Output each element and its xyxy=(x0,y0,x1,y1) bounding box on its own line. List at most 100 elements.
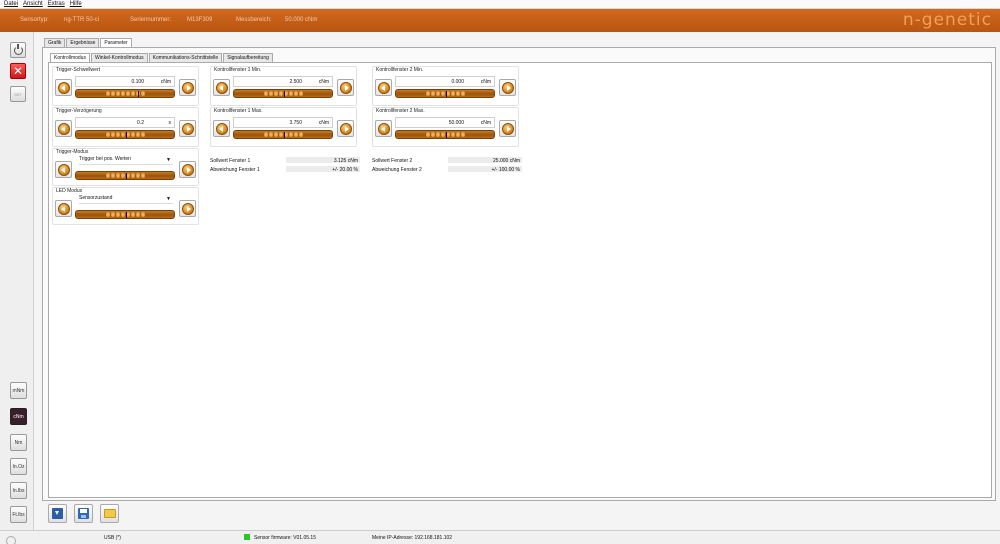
connection-status: USB (*) xyxy=(104,535,121,541)
unit-ftlbs-button[interactable]: Ft.lbs xyxy=(10,506,27,523)
field-value: 50.000 xyxy=(448,120,464,126)
field-unit: cNm xyxy=(480,79,491,85)
unit-nm-button[interactable]: Nm xyxy=(10,434,27,451)
close-button[interactable]: ✕ xyxy=(10,63,26,79)
unit-mnm-button[interactable]: mNm xyxy=(10,382,27,399)
slider-thumb[interactable] xyxy=(138,91,139,97)
window1-min-label: Kontrollfenster 1 Min. xyxy=(214,67,262,73)
arrow-left-icon xyxy=(61,126,65,132)
slider-thumb[interactable] xyxy=(284,91,285,97)
tab-signalaufbereitung[interactable]: Signalaufbereitung xyxy=(223,53,273,62)
window2-max-group: Kontrollfenster 2 Max. 50.000 cNm xyxy=(372,107,519,147)
save-button[interactable] xyxy=(74,504,93,523)
arrow-left-icon xyxy=(219,126,223,132)
trigger-mode-select[interactable]: Trigger bei pos. Werten ▼ xyxy=(79,156,173,165)
increase-button[interactable] xyxy=(179,120,196,137)
decrease-button[interactable] xyxy=(55,120,72,137)
increase-button[interactable] xyxy=(337,79,354,96)
window2-min-input[interactable]: 0.000 cNm xyxy=(395,76,495,87)
window2-min-slider[interactable] xyxy=(395,89,495,98)
arrow-right-icon xyxy=(345,85,349,91)
trigger-threshold-label: Trigger-Schwellwert xyxy=(56,67,100,73)
unit-inoz-button[interactable]: In.Oz xyxy=(10,458,27,475)
decrease-button[interactable] xyxy=(55,200,72,217)
set-button[interactable]: SET xyxy=(10,86,26,102)
window1-max-label: Kontrollfenster 1 Max. xyxy=(214,108,263,114)
unit-label: Nm xyxy=(14,439,23,446)
power-button[interactable] xyxy=(10,42,26,58)
tab-kommunikation[interactable]: Kommunikations-Schnittstelle xyxy=(148,53,223,62)
trigger-delay-input[interactable]: 0.2 s xyxy=(75,117,175,128)
field-unit: cNm xyxy=(160,79,171,85)
trigger-mode-label: Trigger-Modus xyxy=(56,149,89,155)
window1-max-slider[interactable] xyxy=(233,130,333,139)
led-mode-select[interactable]: Sensorzustand ▼ xyxy=(79,195,173,204)
window1-max-group: Kontrollfenster 1 Max. 3.750 cNm xyxy=(210,107,357,147)
led-mode-slider[interactable] xyxy=(75,210,175,219)
field-value: 0.2 xyxy=(137,120,144,126)
unit-label: mNm xyxy=(12,387,25,394)
window1-min-slider[interactable] xyxy=(233,89,333,98)
window2-min-group: Kontrollfenster 2 Min. 0.000 cNm xyxy=(372,66,519,106)
setpoint1-value: 3.125 cNm xyxy=(333,158,358,164)
trigger-delay-slider[interactable] xyxy=(75,130,175,139)
download-button[interactable] xyxy=(48,504,67,523)
field-value: 2.500 xyxy=(289,79,302,85)
trigger-mode-slider[interactable] xyxy=(75,171,175,180)
menu-datei[interactable]: Datei xyxy=(4,1,18,7)
window1-max-input[interactable]: 3.750 cNm xyxy=(233,117,333,128)
menu-hilfe[interactable]: Hilfe xyxy=(70,1,82,7)
trigger-delay-group: Trigger-Verzögerung 0.2 s xyxy=(52,107,199,147)
unit-inlbs-button[interactable]: In.lbs xyxy=(10,482,27,499)
decrease-button[interactable] xyxy=(375,120,392,137)
slider-thumb[interactable] xyxy=(126,132,127,138)
increase-button[interactable] xyxy=(499,79,516,96)
close-icon: ✕ xyxy=(12,64,24,78)
decrease-button[interactable] xyxy=(375,79,392,96)
window2-max-slider[interactable] xyxy=(395,130,495,139)
setpoint2-value-box: 25.000 cNm xyxy=(448,157,522,164)
field-value: 0.000 xyxy=(451,79,464,85)
setpoint2-label: Sollwert Fenster 2 xyxy=(372,158,413,164)
open-folder-button[interactable] xyxy=(100,504,119,523)
led-mode-label: LED Modus xyxy=(56,188,83,194)
window1-min-input[interactable]: 2.500 cNm xyxy=(233,76,333,87)
decrease-button[interactable] xyxy=(55,161,72,178)
setpoint1-label: Sollwert Fenster 1 xyxy=(210,158,251,164)
trigger-threshold-slider[interactable] xyxy=(75,89,175,98)
slider-thumb[interactable] xyxy=(126,212,127,218)
save-icon xyxy=(78,508,89,519)
trigger-threshold-input[interactable]: 0.100 cNm xyxy=(75,76,175,87)
decrease-button[interactable] xyxy=(213,79,230,96)
decrease-button[interactable] xyxy=(55,79,72,96)
arrow-left-icon xyxy=(381,85,385,91)
field-value: 3.750 xyxy=(289,120,302,126)
sensor-type-label: Sensortyp: xyxy=(20,17,49,23)
increase-button[interactable] xyxy=(179,79,196,96)
arrow-left-icon xyxy=(381,126,385,132)
slider-thumb[interactable] xyxy=(284,132,285,138)
unit-cnm-button[interactable]: cNm xyxy=(10,408,27,425)
tab-winkel-kontrollmodus[interactable]: Winkel-Kontrollmodus xyxy=(90,53,148,62)
arrow-right-icon xyxy=(187,126,191,132)
field-unit: cNm xyxy=(480,120,491,126)
slider-thumb[interactable] xyxy=(446,91,447,97)
increase-button[interactable] xyxy=(179,200,196,217)
slider-thumb[interactable] xyxy=(126,173,127,179)
menu-ansicht[interactable]: Ansicht xyxy=(23,1,43,7)
range-value: 50.000 cNm xyxy=(285,17,318,23)
increase-button[interactable] xyxy=(499,120,516,137)
field-unit: cNm xyxy=(318,79,329,85)
arrow-right-icon xyxy=(187,85,191,91)
tab-ergebnisse[interactable]: Ergebnisse xyxy=(66,38,100,47)
window2-max-input[interactable]: 50.000 cNm xyxy=(395,117,495,128)
serial-value: M13F309 xyxy=(187,17,213,23)
chevron-down-icon: ▼ xyxy=(166,196,171,202)
menu-extras[interactable]: Extras xyxy=(48,1,65,7)
slider-thumb[interactable] xyxy=(446,132,447,138)
increase-button[interactable] xyxy=(337,120,354,137)
increase-button[interactable] xyxy=(179,161,196,178)
setpoint2-value: 25.000 cNm xyxy=(493,158,520,164)
decrease-button[interactable] xyxy=(213,120,230,137)
tab-grafik[interactable]: Grafik xyxy=(44,38,66,47)
